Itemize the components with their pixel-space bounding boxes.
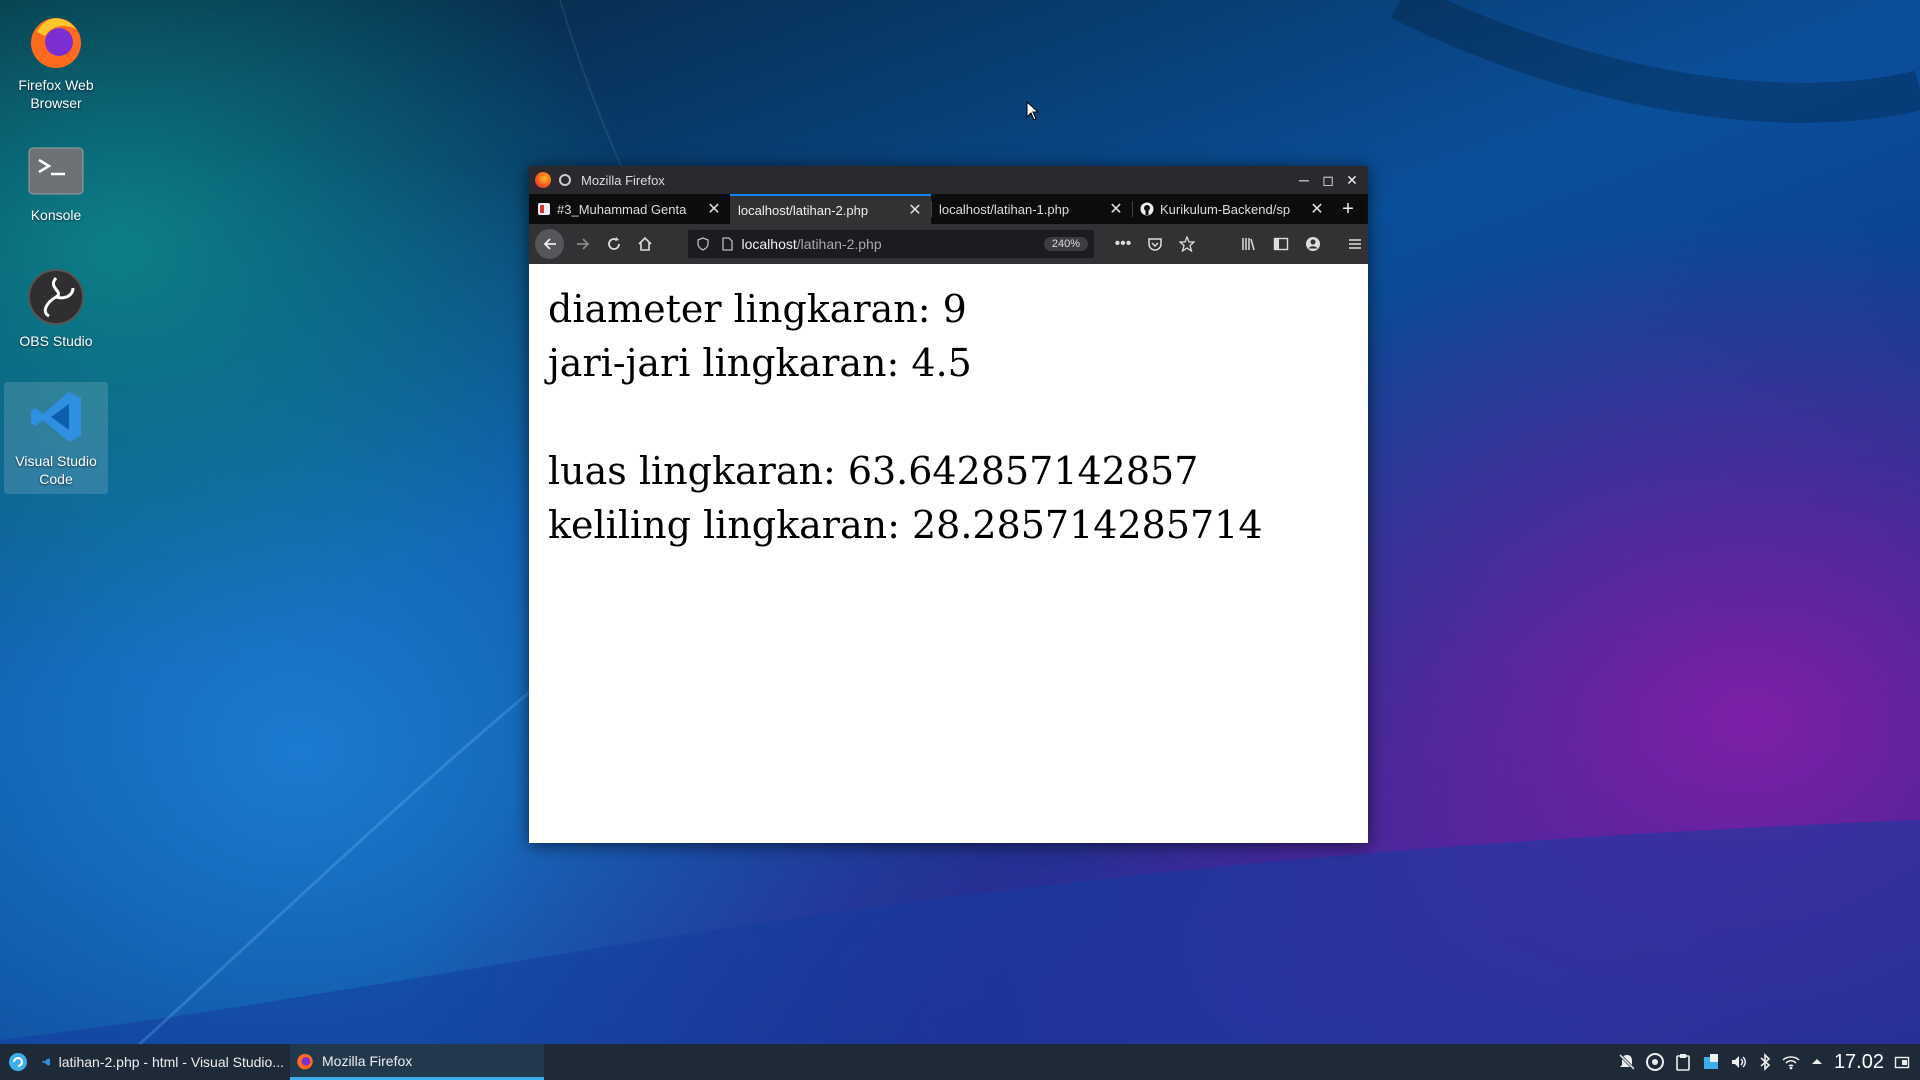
mouse-cursor-icon: [1026, 101, 1040, 121]
system-tray: 17.02: [1618, 1051, 1910, 1074]
arrow-left-icon: [543, 238, 556, 250]
tab-latihan-1[interactable]: localhost/latihan-1.php ✕: [931, 194, 1132, 224]
page-content: diameter lingkaran: 9 jari-jari lingkara…: [529, 264, 1368, 552]
wifi-icon[interactable]: [1782, 1053, 1800, 1071]
home-icon: [638, 236, 652, 251]
bookmark-star-button[interactable]: [1174, 231, 1200, 257]
library-icon: [1242, 238, 1255, 251]
close-button[interactable]: ✕: [1344, 172, 1360, 188]
tab-bar: #3_Muhammad Genta ✕ localhost/latihan-2.…: [529, 194, 1368, 224]
library-button[interactable]: [1236, 231, 1262, 257]
volume-icon[interactable]: [1730, 1053, 1748, 1071]
tab-close-icon[interactable]: ✕: [706, 199, 722, 219]
task-firefox[interactable]: Mozilla Firefox: [290, 1044, 544, 1080]
application-launcher[interactable]: [0, 1044, 36, 1080]
star-icon: [1178, 236, 1195, 252]
chevron-up-icon[interactable]: [1810, 1053, 1824, 1071]
task-label: Mozilla Firefox: [322, 1052, 413, 1069]
back-button[interactable]: [535, 229, 565, 259]
account-icon: [1305, 237, 1320, 251]
more-icon: •••: [1114, 235, 1132, 252]
tab-label: Kurikulum-Backend/sp: [1160, 201, 1291, 217]
desktop-icon-label: OBS Studio: [19, 333, 93, 349]
url-path: /latihan-2.php: [796, 236, 882, 252]
arrow-right-icon: [576, 238, 589, 250]
desktop-icon-label: Visual Studio Code: [15, 453, 97, 487]
obs-icon: [27, 268, 85, 326]
tab-label: localhost/latihan-2.php: [738, 202, 869, 218]
tab-label: localhost/latihan-1.php: [939, 201, 1070, 217]
taskbar: latihan-2.php - html - Visual Studio... …: [0, 1044, 1920, 1080]
page-info-icon[interactable]: [720, 237, 734, 251]
window-title: Mozilla Firefox: [581, 172, 665, 188]
account-button[interactable]: [1300, 231, 1326, 257]
menu-button[interactable]: [1342, 231, 1368, 257]
tab-muhammad-genta[interactable]: #3_Muhammad Genta ✕: [529, 194, 730, 224]
forward-button[interactable]: [570, 231, 595, 257]
tab-latihan-2[interactable]: localhost/latihan-2.php ✕: [730, 194, 931, 224]
radius-text: jari-jari lingkaran: 4.5: [548, 341, 972, 385]
minimize-button[interactable]: ─: [1296, 172, 1312, 188]
zoom-level[interactable]: 240%: [1043, 237, 1088, 251]
diameter-text: diameter lingkaran: 9: [548, 287, 967, 331]
clipboard-icon[interactable]: [1674, 1053, 1692, 1071]
window-titlebar[interactable]: Mozilla Firefox ─ ◻ ✕: [529, 166, 1368, 194]
pocket-icon: [1148, 238, 1162, 251]
bluetooth-icon[interactable]: [1758, 1053, 1772, 1071]
vscode-icon: [27, 388, 85, 446]
tab-close-icon[interactable]: ✕: [907, 200, 923, 220]
firefox-icon: [27, 12, 85, 70]
circumference-text: keliling lingkaran: 28.285714285714: [548, 503, 1263, 547]
tab-close-icon[interactable]: ✕: [1108, 199, 1124, 219]
new-tab-button[interactable]: +: [1333, 194, 1363, 224]
url-bar[interactable]: localhost/latihan-2.php 240%: [687, 230, 1094, 258]
desktop-icon-label: Firefox Web Browser: [18, 77, 94, 111]
area-text: luas lingkaran: 63.642857142857: [548, 449, 1199, 493]
desktop-icon-firefox[interactable]: Firefox Web Browser: [4, 6, 108, 118]
terminal-icon: [27, 142, 85, 200]
firefox-icon: [297, 1053, 313, 1069]
maximize-button[interactable]: ◻: [1320, 172, 1336, 188]
url-host: localhost: [741, 236, 797, 252]
task-label: latihan-2.php - html - Visual Studio...: [58, 1054, 284, 1070]
reload-icon: [607, 237, 620, 250]
tab-kurikulum-backend[interactable]: Kurikulum-Backend/sp ✕: [1132, 194, 1333, 224]
hamburger-menu-icon: [1348, 239, 1361, 249]
desktop-icon-label: Konsole: [30, 207, 82, 223]
tab-label: #3_Muhammad Genta: [557, 201, 687, 217]
notifications-off-icon[interactable]: [1618, 1053, 1636, 1071]
obs-tray-icon[interactable]: [1645, 1053, 1664, 1071]
vscode-tray-icon[interactable]: [1702, 1053, 1720, 1071]
pin-icon[interactable]: [559, 174, 571, 186]
shield-icon[interactable]: [696, 237, 710, 251]
tab-close-icon[interactable]: ✕: [1309, 199, 1325, 219]
kde-launcher-icon: [9, 1053, 27, 1071]
sidebar-button[interactable]: [1268, 231, 1294, 257]
home-button[interactable]: [632, 231, 657, 257]
tab-favicon-icon: [538, 203, 550, 215]
desktop-icon-konsole[interactable]: Konsole: [4, 136, 108, 230]
firefox-icon: [535, 172, 551, 188]
navigation-toolbar: localhost/latihan-2.php 240% •••: [529, 224, 1368, 264]
page-actions-button[interactable]: •••: [1110, 231, 1136, 257]
reload-button[interactable]: [601, 231, 626, 257]
vscode-icon: [42, 1058, 50, 1066]
desktop-icon-obs[interactable]: OBS Studio: [4, 262, 108, 356]
task-vscode[interactable]: latihan-2.php - html - Visual Studio...: [36, 1044, 290, 1080]
show-desktop-icon[interactable]: [1894, 1054, 1910, 1070]
pocket-button[interactable]: [1142, 231, 1168, 257]
sidebar-icon: [1273, 237, 1289, 251]
github-icon: [1140, 202, 1154, 216]
clock[interactable]: 17.02: [1834, 1051, 1884, 1074]
firefox-window: Mozilla Firefox ─ ◻ ✕ #3_Muhammad Genta …: [529, 166, 1368, 843]
desktop-icon-vscode[interactable]: Visual Studio Code: [4, 382, 108, 494]
